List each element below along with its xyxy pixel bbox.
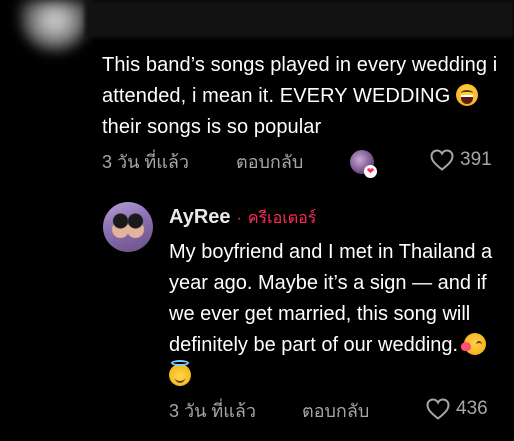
comment-author-row: AyRee · ครีเอเตอร์: [169, 206, 316, 231]
grinning-squinting-face-icon: [456, 84, 479, 106]
blurred-avatar: [20, 0, 90, 52]
username[interactable]: AyRee: [169, 206, 231, 229]
smiling-face-with-halo-icon: [169, 360, 191, 386]
comment-text-part: This band’s songs played in every weddin…: [102, 54, 498, 107]
like-count: 436: [456, 398, 488, 419]
reply-button[interactable]: ตอบกลับ: [302, 400, 369, 422]
reply-button[interactable]: ตอบกลับ: [236, 151, 303, 173]
blurred-previous-content: [85, 0, 514, 38]
comment-timestamp: 3 วัน ที่แล้ว: [102, 152, 190, 172]
like-button[interactable]: 391: [430, 149, 492, 171]
avatar[interactable]: [103, 202, 153, 252]
creator-separator: ·: [236, 210, 242, 227]
face-blowing-kiss-icon: [460, 333, 486, 355]
like-button[interactable]: 436: [426, 398, 488, 420]
creator-liked-heart-icon: ❤: [364, 165, 377, 178]
creator-badge: ครีเอเตอร์: [247, 210, 317, 227]
like-count: 391: [460, 149, 492, 170]
comment-text: This band’s songs played in every weddin…: [102, 50, 502, 143]
reply-comment-text: My boyfriend and I met in Thailand a yea…: [169, 237, 504, 392]
comment-text-part: their songs is so popular: [102, 116, 322, 138]
comment-text-part: My boyfriend and I met in Thailand a yea…: [169, 241, 493, 356]
heart-outline-icon: [426, 398, 450, 420]
comment-timestamp: 3 วัน ที่แล้ว: [169, 401, 257, 421]
heart-outline-icon: [430, 149, 454, 171]
